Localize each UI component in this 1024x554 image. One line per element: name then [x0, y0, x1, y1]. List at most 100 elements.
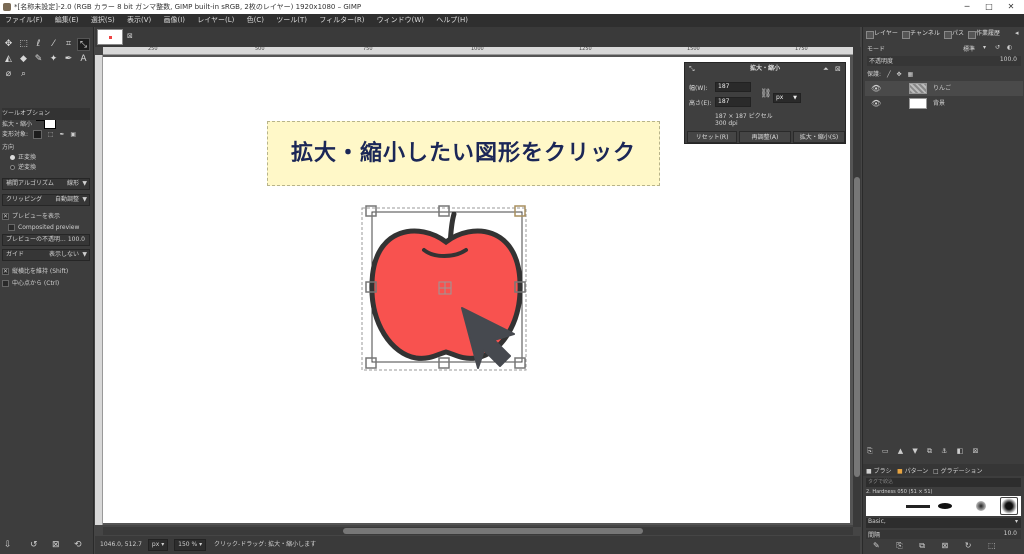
tab-paths[interactable]: パス: [943, 29, 964, 39]
apple-illustration[interactable]: [358, 204, 534, 374]
path-transform-icon[interactable]: ✒: [59, 131, 64, 138]
bucket-fill-tool-icon[interactable]: ◆: [17, 53, 30, 66]
clipping-dropdown[interactable]: クリッピング 自動調整 ▼: [2, 194, 90, 206]
composite-mode-icon[interactable]: ◐: [1007, 44, 1012, 51]
lock-alpha-icon[interactable]: ▦: [907, 71, 913, 78]
brush-selected-icon[interactable]: [1000, 497, 1018, 515]
menu-tools[interactable]: ツール(T): [271, 14, 312, 27]
tab-gradients[interactable]: □ グラデーション: [933, 466, 982, 475]
save-preset-icon[interactable]: ⇩: [4, 540, 12, 550]
scale-tool-icon[interactable]: ⤡: [77, 38, 90, 51]
mask-icon[interactable]: ◧: [957, 447, 964, 455]
edit-brush-icon[interactable]: ✎: [873, 541, 880, 550]
tab-channels[interactable]: チャンネル: [901, 29, 940, 39]
layer-row[interactable]: 👁 背景: [865, 96, 1023, 111]
interpolation-dropdown[interactable]: 補間アルゴリズム 線形 ▼: [2, 178, 90, 190]
visibility-eye-icon[interactable]: 👁: [871, 96, 881, 111]
preset-dropdown[interactable]: Basic, ▾: [866, 518, 1021, 528]
paintbrush-tool-icon[interactable]: ✎: [32, 53, 45, 66]
tab-layers[interactable]: レイヤー: [865, 29, 898, 39]
refresh-brushes-icon[interactable]: ↻: [965, 541, 972, 550]
dialog-close-icon[interactable]: ⊠: [835, 65, 841, 73]
layer-row[interactable]: 👁 りんご: [865, 81, 1023, 96]
height-input[interactable]: 187: [715, 97, 751, 107]
minimize-button[interactable]: ─: [956, 0, 978, 14]
menu-view[interactable]: 表示(V): [122, 14, 156, 27]
vertical-scrollbar[interactable]: [853, 47, 861, 527]
lower-icon[interactable]: ▼: [912, 447, 917, 455]
warp-tool-icon[interactable]: ◭: [2, 53, 15, 66]
lock-pixels-icon[interactable]: ╱: [887, 71, 891, 78]
tab-patterns[interactable]: ■ パターン: [897, 466, 928, 475]
color-picker-tool-icon[interactable]: ⌀: [2, 68, 15, 81]
tab-history[interactable]: 作業履歴: [967, 29, 1000, 39]
reset-mode-icon[interactable]: ↺: [995, 44, 1000, 51]
menu-help[interactable]: ヘルプ(H): [431, 14, 473, 27]
scale-button[interactable]: 拡大・縮小(S): [793, 131, 845, 143]
image-transform-icon[interactable]: ▣: [70, 131, 76, 138]
dialog-menu-icon[interactable]: ⏶: [823, 65, 829, 74]
scroll-thumb[interactable]: [854, 177, 860, 477]
duplicate-icon[interactable]: ⧉: [927, 447, 932, 455]
spacing-slider[interactable]: 間隔 10.0: [866, 530, 1021, 539]
layer-transform-icon[interactable]: [32, 130, 42, 139]
dock-menu-icon[interactable]: ◂: [1015, 29, 1019, 37]
preview-opacity-slider[interactable]: プレビューの不透明... 100.0: [2, 234, 90, 246]
close-tab-icon[interactable]: ⊠: [127, 32, 133, 40]
delete-icon[interactable]: ⊠: [52, 540, 60, 550]
tag-filter-input[interactable]: タグで絞込: [866, 478, 1021, 487]
unit-selector[interactable]: px ▾: [147, 539, 169, 551]
guides-dropdown[interactable]: ガイド 表示しない ▼: [2, 249, 90, 261]
opacity-slider[interactable]: 不透明度 100.0: [867, 56, 1021, 66]
image-thumbnail-tab[interactable]: [97, 29, 123, 45]
mode-row[interactable]: モード 標準 ▾ ↺ ◐: [867, 44, 1021, 54]
delete-brush-icon[interactable]: ⊠: [941, 541, 948, 550]
anchor-icon[interactable]: ⚓: [941, 447, 947, 455]
reset-icon[interactable]: ⟲: [74, 540, 82, 550]
wand-tool-icon[interactable]: ⁄: [47, 38, 60, 51]
open-as-image-icon[interactable]: ⬚: [988, 541, 996, 550]
maximize-button[interactable]: □: [978, 0, 1000, 14]
lasso-tool-icon[interactable]: ℓ: [32, 38, 45, 51]
delete-layer-icon[interactable]: ⊠: [973, 447, 979, 455]
brush-blob-icon[interactable]: [938, 503, 952, 509]
new-group-icon[interactable]: ▭: [882, 447, 889, 455]
menu-colors[interactable]: 色(C): [242, 14, 269, 27]
menu-filters[interactable]: フィルター(R): [314, 14, 369, 27]
menu-select[interactable]: 選択(S): [86, 14, 120, 27]
path-tool-icon[interactable]: ✒: [62, 53, 75, 66]
menu-layer[interactable]: レイヤー(L): [192, 14, 239, 27]
crop-tool-icon[interactable]: ⌗: [62, 38, 75, 51]
brush-grid[interactable]: [866, 496, 1021, 516]
zoom-tool-icon[interactable]: ⌕: [17, 68, 30, 81]
chain-link-icon[interactable]: ⛓: [760, 89, 771, 99]
from-center-checkbox[interactable]: 中心点から (Ctrl): [2, 278, 90, 290]
horizontal-scrollbar[interactable]: [103, 527, 853, 535]
tab-brushes[interactable]: ■ ブラシ: [866, 466, 891, 475]
brush-soft-icon[interactable]: [976, 501, 986, 511]
new-layer-icon[interactable]: ⎘: [867, 447, 873, 455]
keep-aspect-checkbox[interactable]: ✕ 縦横比を維持 (Shift): [2, 266, 90, 278]
selection-transform-icon[interactable]: ⬚: [48, 131, 54, 138]
composited-preview-checkbox[interactable]: Composited preview: [2, 222, 90, 234]
width-input[interactable]: 187: [715, 82, 751, 92]
zoom-selector[interactable]: 150 % ▾: [174, 539, 207, 551]
brush-stroke-icon[interactable]: [906, 505, 930, 508]
scroll-thumb[interactable]: [343, 528, 643, 534]
menu-image[interactable]: 画像(I): [159, 14, 191, 27]
visibility-eye-icon[interactable]: 👁: [871, 81, 881, 96]
raise-icon[interactable]: ▲: [898, 447, 903, 455]
rect-select-tool-icon[interactable]: ⬚: [17, 38, 30, 51]
unit-dropdown[interactable]: px ▼: [773, 93, 801, 103]
menu-windows[interactable]: ウィンドウ(W): [372, 14, 429, 27]
menu-edit[interactable]: 編集(E): [50, 14, 84, 27]
reset-button[interactable]: リセット(R): [687, 131, 737, 143]
move-tool-icon[interactable]: ✥: [2, 38, 15, 51]
close-button[interactable]: ✕: [1000, 0, 1022, 14]
restore-icon[interactable]: ↺: [30, 540, 38, 550]
duplicate-brush-icon[interactable]: ⧉: [919, 541, 925, 550]
direction-backward-radio[interactable]: 逆変換: [2, 162, 90, 174]
menu-file[interactable]: ファイル(F): [0, 14, 48, 27]
text-tool-icon[interactable]: A: [77, 53, 90, 66]
readjust-button[interactable]: 再調整(A): [739, 131, 791, 143]
